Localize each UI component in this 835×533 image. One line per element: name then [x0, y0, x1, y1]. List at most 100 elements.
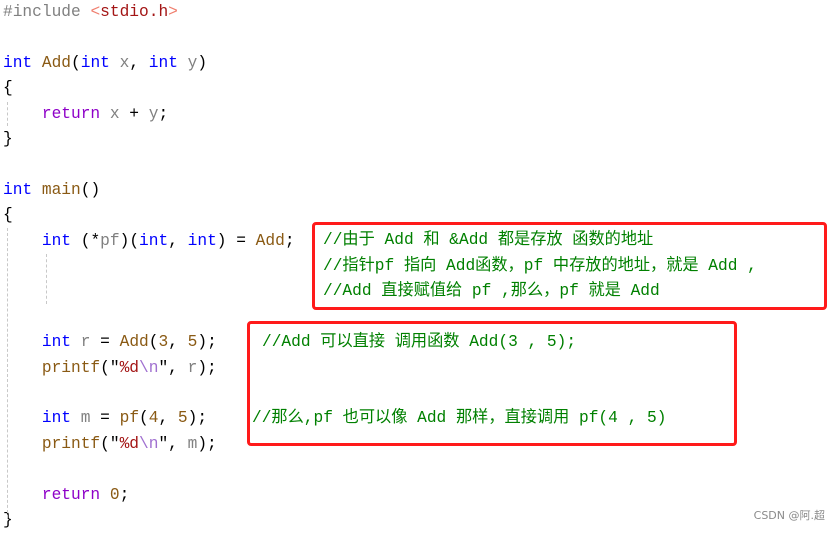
code-token: int — [41, 231, 72, 250]
code-line: { — [3, 203, 13, 228]
code-line: int r = Add(3, 5); — [3, 330, 217, 355]
code-token: pf — [100, 231, 120, 250]
code-token: int — [3, 180, 33, 199]
code-token: ; — [284, 231, 295, 250]
code-token: Add — [255, 231, 285, 250]
code-token: () — [80, 180, 101, 199]
code-line: int (*pf)(int, int) = Add; — [3, 229, 295, 254]
code-token: 5 — [177, 409, 188, 428]
code-line: { — [3, 76, 13, 101]
code-line: #include <stdio.h> — [3, 0, 178, 25]
code-token: ", — [158, 434, 188, 453]
code-token: ; — [158, 104, 169, 123]
code-token: return — [41, 104, 101, 123]
code-line: return x + y; — [3, 102, 168, 127]
code-token: Add — [41, 53, 72, 72]
code-line: int main() — [3, 178, 100, 203]
highlight-box — [312, 222, 827, 310]
code-token: { — [3, 79, 13, 98]
indent-guide — [46, 254, 47, 304]
code-token: = — [90, 409, 120, 428]
code-token: (" — [100, 434, 120, 453]
code-line: } — [3, 127, 13, 152]
code-token: , — [129, 53, 149, 72]
code-token: pf — [119, 409, 140, 428]
code-token: ) — [197, 53, 208, 72]
code-token: r — [187, 358, 198, 377]
code-token: stdio.h — [100, 3, 169, 21]
code-token: m — [80, 409, 91, 428]
code-token: return — [41, 485, 101, 504]
code-line: return 0; — [3, 483, 129, 508]
code-token: printf — [41, 358, 101, 377]
indent-guide — [7, 102, 8, 126]
code-token: y — [148, 104, 159, 123]
code-token: ) = — [216, 231, 256, 250]
code-token: = — [90, 333, 120, 352]
code-token: ( — [71, 53, 81, 72]
watermark: CSDN @阿.超 — [753, 509, 825, 522]
code-line: printf("%d\n", m); — [3, 432, 217, 457]
code-token: int — [3, 53, 33, 72]
code-token: , — [168, 231, 188, 250]
code-token: #include — [3, 3, 91, 21]
code-token: (* — [71, 231, 101, 250]
code-token: int — [139, 231, 169, 250]
code-token: int — [148, 53, 178, 72]
code-token: %d — [119, 434, 140, 453]
code-line: int m = pf(4, 5); — [3, 406, 207, 431]
code-token: , — [158, 409, 178, 428]
highlight-box — [247, 321, 737, 446]
code-token: m — [187, 434, 198, 453]
code-token: int — [41, 409, 72, 428]
code-line: int Add(int x, int y) — [3, 51, 207, 76]
code-line: printf("%d\n", r); — [3, 356, 217, 381]
code-token: + — [119, 104, 149, 123]
code-token: ); — [197, 358, 217, 377]
code-token: ; — [119, 485, 130, 504]
code-token: int — [41, 333, 72, 352]
code-token: )( — [119, 231, 140, 250]
code-token: \n — [139, 358, 159, 377]
code-token: int — [80, 53, 110, 72]
code-token: x — [119, 53, 130, 72]
code-token: ", — [158, 358, 188, 377]
code-token: } — [3, 130, 13, 148]
code-token: > — [168, 3, 178, 21]
code-token: 5 — [187, 333, 198, 352]
code-token: ); — [197, 333, 217, 352]
code-token: 3 — [158, 333, 169, 352]
code-token: , — [168, 333, 188, 352]
code-token: 0 — [109, 485, 120, 504]
code-token: main — [41, 180, 81, 199]
code-token: (" — [100, 358, 120, 377]
code-token: { — [3, 206, 13, 225]
code-token: %d — [119, 358, 140, 377]
code-token: printf — [41, 434, 101, 453]
code-token: \n — [139, 434, 159, 453]
code-token: int — [187, 231, 217, 250]
code-token: ); — [187, 409, 208, 428]
code-token: < — [90, 3, 101, 21]
code-token: Add — [119, 333, 149, 352]
indent-guide — [7, 228, 8, 518]
code-token: x — [109, 104, 120, 123]
code-token: ); — [197, 434, 217, 453]
code-token: y — [187, 53, 198, 72]
code-token: r — [80, 333, 91, 352]
